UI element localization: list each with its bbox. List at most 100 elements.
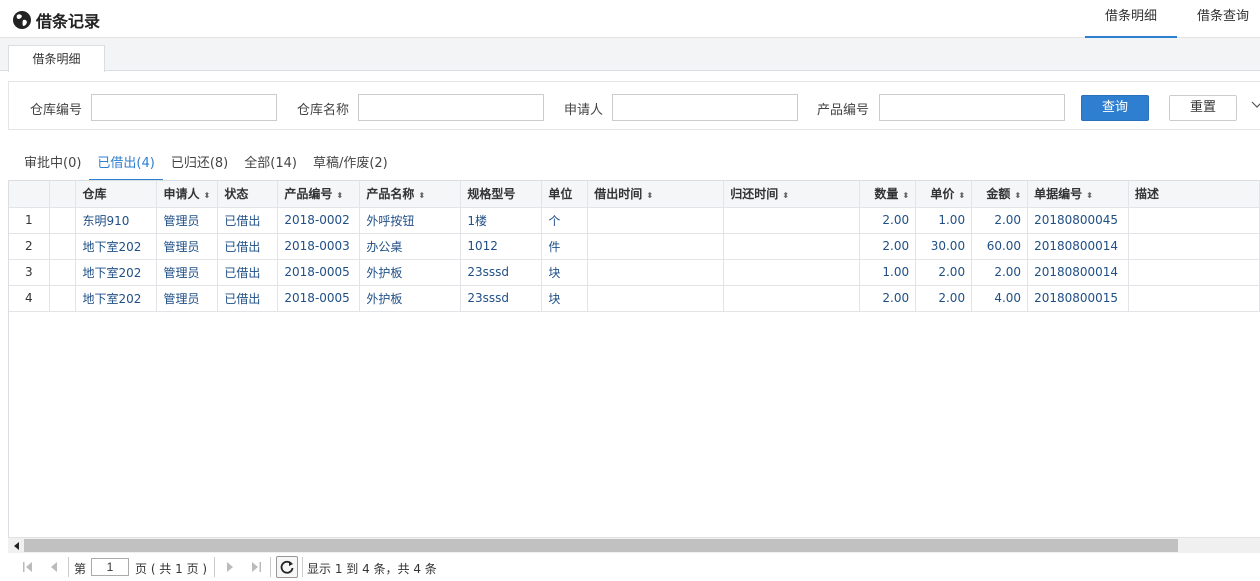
refresh-button[interactable] bbox=[276, 556, 298, 578]
status-cell: 已借出 bbox=[217, 259, 279, 286]
chevron-down-icon[interactable] bbox=[1251, 99, 1260, 111]
column-header-return-time[interactable]: 归还时间 ⬍ bbox=[723, 181, 861, 208]
applicant-cell: 管理员 bbox=[156, 207, 219, 234]
top-tabs: 借条明细 借条查询 bbox=[1085, 0, 1260, 38]
spec-cell: 23sssd bbox=[460, 285, 543, 312]
column-header-spec[interactable]: 规格型号 bbox=[460, 181, 543, 208]
first-page-icon[interactable] bbox=[18, 557, 38, 577]
quantity-cell: 2.00 bbox=[859, 207, 917, 234]
page-number-input[interactable] bbox=[91, 558, 129, 576]
lend-time-cell bbox=[587, 285, 725, 312]
row-number: 2 bbox=[9, 233, 51, 260]
product-name-cell: 外护板 bbox=[359, 285, 462, 312]
sort-icon: ⬍ bbox=[902, 191, 910, 201]
return-time-cell bbox=[723, 207, 861, 234]
sort-icon: ⬍ bbox=[1086, 191, 1093, 201]
spec-cell: 1楼 bbox=[460, 207, 543, 234]
unit-price-cell: 30.00 bbox=[915, 233, 973, 260]
column-header-doc-no[interactable]: 单据编号 ⬍ bbox=[1027, 181, 1130, 208]
brand: 借条记录 bbox=[12, 8, 100, 32]
warehouse-name-input[interactable] bbox=[358, 94, 544, 121]
amount-cell: 4.00 bbox=[971, 285, 1029, 312]
description-cell bbox=[1128, 233, 1260, 260]
unit-cell: 块 bbox=[541, 285, 589, 312]
query-button[interactable]: 查询 bbox=[1081, 95, 1149, 121]
spec-cell: 1012 bbox=[460, 233, 543, 260]
row-check-cell bbox=[49, 207, 77, 234]
sort-icon: ⬍ bbox=[336, 191, 344, 201]
table-row[interactable]: 2 地下室202 管理员 已借出 2018-0003 办公桌 1012 件 2.… bbox=[9, 233, 1260, 260]
next-page-icon[interactable] bbox=[220, 557, 240, 577]
status-tab-all[interactable]: 全部(14) bbox=[236, 150, 305, 181]
column-header-lend-time[interactable]: 借出时间 ⬍ bbox=[587, 181, 725, 208]
status-tab-pending[interactable]: 审批中(0) bbox=[8, 150, 89, 181]
warehouse-cell: 地下室202 bbox=[75, 233, 158, 260]
product-code-cell: 2018-0005 bbox=[277, 285, 361, 312]
pager-summary: 显示 1 到 4 条，共 4 条 bbox=[307, 562, 437, 576]
warehouse-cell: 地下室202 bbox=[75, 285, 158, 312]
refresh-icon bbox=[280, 560, 294, 574]
unit-cell: 块 bbox=[541, 259, 589, 286]
applicant-label: 申请人 bbox=[564, 103, 604, 118]
pager-separator bbox=[214, 557, 215, 577]
column-header-product-code[interactable]: 产品编号 ⬍ bbox=[277, 181, 361, 208]
quantity-cell: 2.00 bbox=[859, 233, 917, 260]
column-header-status[interactable]: 状态 bbox=[217, 181, 279, 208]
pager-separator bbox=[68, 557, 69, 577]
unit-price-cell: 2.00 bbox=[915, 259, 973, 286]
sort-icon: ⬍ bbox=[203, 191, 211, 201]
status-tab-draft[interactable]: 草稿/作废(2) bbox=[305, 150, 396, 181]
quantity-cell: 2.00 bbox=[859, 285, 917, 312]
top-tab-detail[interactable]: 借条明细 bbox=[1085, 0, 1178, 38]
table-row[interactable]: 3 地下室202 管理员 已借出 2018-0005 外护板 23sssd 块 … bbox=[9, 259, 1260, 286]
prev-page-icon[interactable] bbox=[44, 557, 64, 577]
product-name-cell: 外呼按钮 bbox=[359, 207, 462, 234]
horizontal-scrollbar[interactable] bbox=[8, 537, 1260, 553]
product-name-cell: 办公桌 bbox=[359, 233, 462, 260]
product-code-cell: 2018-0005 bbox=[277, 259, 361, 286]
sort-icon: ⬍ bbox=[1014, 191, 1022, 201]
sub-tab-detail[interactable]: 借条明细 bbox=[8, 45, 105, 72]
description-cell bbox=[1128, 285, 1260, 312]
status-tab-returned[interactable]: 已归还(8) bbox=[163, 150, 236, 181]
description-cell bbox=[1128, 259, 1260, 286]
search-panel: 仓库编号 仓库名称 申请人 产品编号 查询 重置 bbox=[8, 81, 1260, 130]
column-header-unit-price[interactable]: 单价 ⬍ bbox=[915, 181, 973, 208]
pager-separator bbox=[302, 557, 303, 577]
return-time-cell bbox=[723, 259, 861, 286]
column-header-warehouse[interactable]: 仓库 bbox=[75, 181, 158, 208]
page-prefix: 第 bbox=[74, 562, 87, 576]
warehouse-code-label: 仓库编号 bbox=[30, 103, 83, 118]
warehouse-name-label: 仓库名称 bbox=[297, 103, 350, 118]
scrollbar-thumb[interactable] bbox=[24, 539, 1178, 552]
warehouse-cell: 地下室202 bbox=[75, 259, 158, 286]
doc-no-cell: 20180800014 bbox=[1027, 259, 1130, 286]
column-header-product-name[interactable]: 产品名称 ⬍ bbox=[359, 181, 462, 208]
app-title: 借条记录 bbox=[36, 12, 101, 31]
product-code-label: 产品编号 bbox=[817, 103, 870, 118]
table-row[interactable]: 1 东明910 管理员 已借出 2018-0002 外呼按钮 1楼 个 2.00… bbox=[9, 207, 1260, 234]
column-header-unit[interactable]: 单位 bbox=[541, 181, 589, 208]
status-tab-lent[interactable]: 已借出(4) bbox=[89, 150, 163, 181]
reset-button[interactable]: 重置 bbox=[1169, 95, 1237, 121]
sort-icon: ⬍ bbox=[418, 191, 426, 201]
row-number: 1 bbox=[9, 207, 51, 234]
applicant-input[interactable] bbox=[612, 94, 798, 121]
top-tab-query[interactable]: 借条查询 bbox=[1177, 0, 1260, 38]
scroll-left-icon[interactable] bbox=[14, 542, 19, 550]
column-header-description[interactable]: 描述 bbox=[1128, 181, 1260, 208]
column-header-amount[interactable]: 金额 ⬍ bbox=[971, 181, 1029, 208]
product-name-cell: 外护板 bbox=[359, 259, 462, 286]
row-check-cell bbox=[49, 285, 77, 312]
warehouse-code-input[interactable] bbox=[91, 94, 277, 121]
column-header-applicant[interactable]: 申请人 ⬍ bbox=[156, 181, 219, 208]
row-number: 4 bbox=[9, 285, 51, 312]
column-header-quantity[interactable]: 数量 ⬍ bbox=[859, 181, 917, 208]
table-row[interactable]: 4 地下室202 管理员 已借出 2018-0005 外护板 23sssd 块 … bbox=[9, 285, 1260, 312]
product-code-input[interactable] bbox=[879, 94, 1065, 121]
unit-cell: 个 bbox=[541, 207, 589, 234]
last-page-icon[interactable] bbox=[246, 557, 266, 577]
spec-cell: 23sssd bbox=[460, 259, 543, 286]
status-cell: 已借出 bbox=[217, 285, 279, 312]
return-time-cell bbox=[723, 285, 861, 312]
